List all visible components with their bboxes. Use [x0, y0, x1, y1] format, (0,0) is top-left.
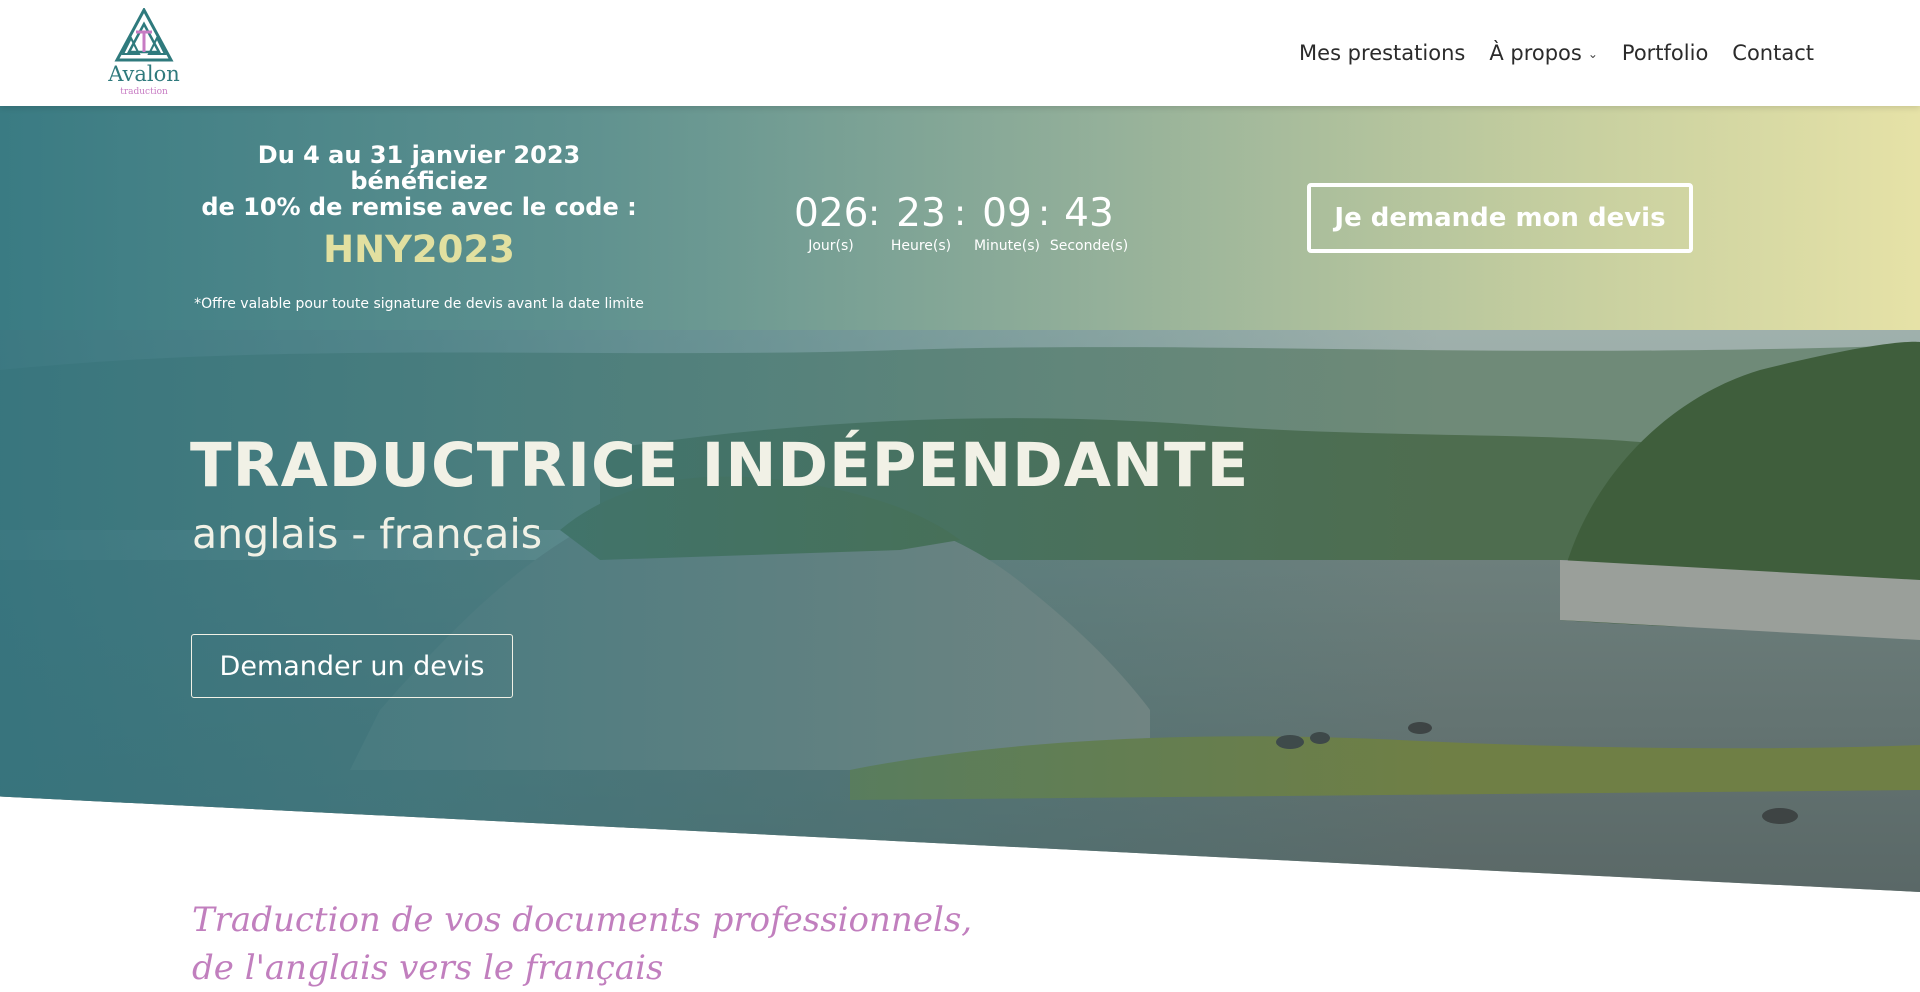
countdown-label: Seconde(s)	[1049, 238, 1129, 254]
main-nav: Mes prestations À propos ⌄ Portfolio Con…	[1299, 0, 1814, 106]
countdown-value: 026	[794, 191, 869, 236]
promo-note: *Offre valable pour toute signature de d…	[194, 296, 644, 312]
request-quote-button-hero[interactable]: Demander un devis	[191, 634, 513, 698]
logo-subtitle: traduction	[120, 87, 168, 97]
nav-item-contact[interactable]: Contact	[1732, 41, 1814, 65]
nav-item-label: Portfolio	[1621, 41, 1709, 65]
countdown-label: Heure(s)	[890, 238, 952, 254]
promo-line-1: Du 4 au 31 janvier 2023 bénéficiez	[257, 141, 581, 195]
countdown-value: 23	[896, 191, 946, 236]
nav-item-portfolio[interactable]: Portfolio	[1622, 41, 1708, 65]
hero-subtitle: anglais - français	[192, 510, 543, 558]
countdown-separator: :	[868, 193, 881, 234]
countdown-days: 026 Jour(s)	[794, 191, 869, 255]
countdown-separator: :	[954, 193, 967, 234]
countdown-value: 09	[982, 191, 1032, 236]
chevron-down-icon: ⌄	[1587, 47, 1598, 61]
promo-code: HNY2023	[323, 228, 515, 271]
site-logo[interactable]: Avalon traduction	[104, 8, 184, 100]
promo-banner: Du 4 au 31 janvier 2023 bénéficiez de 10…	[0, 106, 1920, 330]
triangle-logo-icon	[114, 8, 174, 62]
tagline-line-1: Traduction de vos documents professionne…	[192, 900, 973, 940]
hero-section: TRADUCTRICE INDÉPENDANTE anglais - franç…	[0, 330, 1920, 892]
countdown-minutes: 09 Minute(s)	[970, 191, 1044, 255]
nav-item-a-propos[interactable]: À propos ⌄	[1489, 41, 1598, 65]
request-quote-button-promo[interactable]: Je demande mon devis	[1307, 183, 1693, 253]
hero-color-overlay	[0, 330, 1920, 892]
promo-line-2: de 10% de remise avec le code :	[201, 193, 637, 221]
hero-title: TRADUCTRICE INDÉPENDANTE	[190, 430, 1250, 501]
tagline: Traduction de vos documents professionne…	[192, 896, 972, 992]
countdown-label: Jour(s)	[808, 238, 854, 254]
nav-item-mes-prestations[interactable]: Mes prestations	[1299, 41, 1465, 65]
countdown-value: 43	[1064, 191, 1114, 236]
countdown-seconds: 43 Seconde(s)	[1046, 191, 1132, 255]
countdown-label: Minute(s)	[973, 238, 1041, 254]
nav-item-label: Mes prestations	[1299, 41, 1466, 65]
logo-name: Avalon	[108, 62, 180, 86]
nav-item-label: Contact	[1732, 41, 1814, 65]
countdown-hours: 23 Heure(s)	[884, 191, 958, 255]
tagline-line-2: de l'anglais vers le français	[192, 948, 664, 988]
nav-item-label: À propos	[1489, 41, 1582, 65]
promo-text-block: Du 4 au 31 janvier 2023 bénéficiez de 10…	[186, 142, 652, 312]
site-header: Avalon traduction Mes prestations À prop…	[0, 0, 1920, 106]
